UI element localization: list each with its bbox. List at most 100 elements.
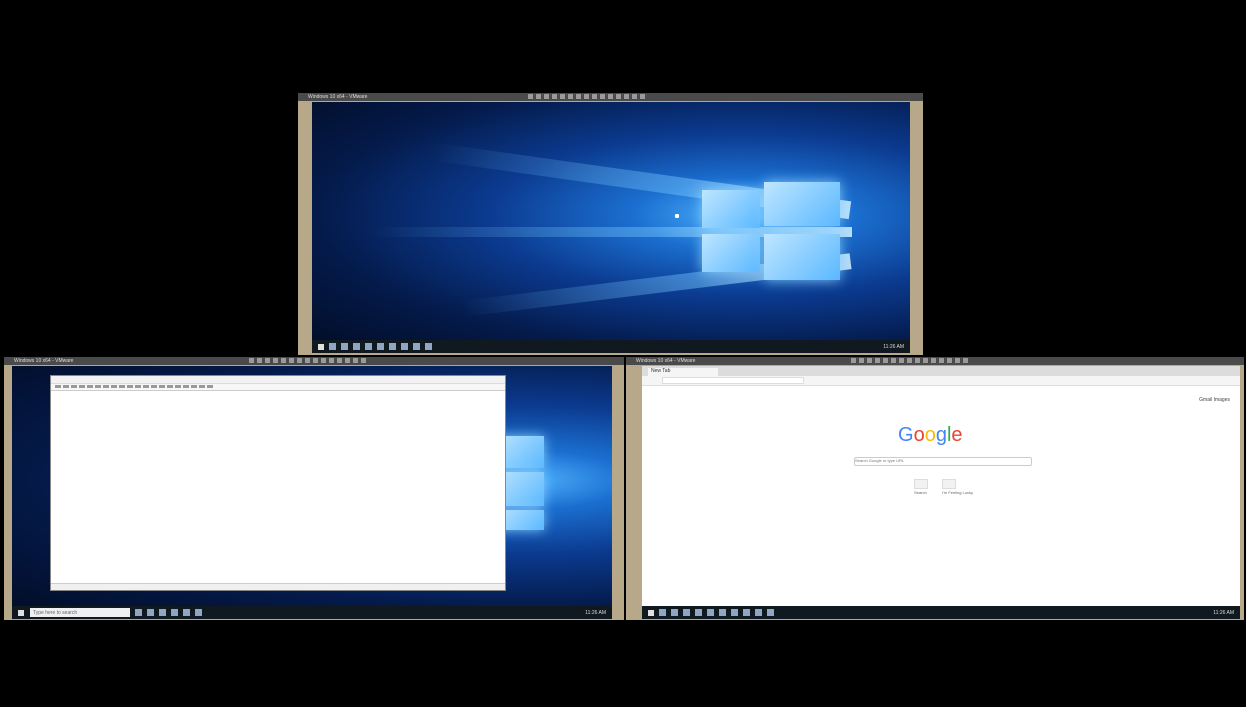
folder-icon[interactable] (683, 609, 690, 616)
folder-icon[interactable] (159, 609, 166, 616)
chrome-window[interactable]: New Tab Gmail Images Google Search Googl… (642, 366, 1240, 606)
app-icon[interactable] (401, 343, 408, 350)
menu-item[interactable] (95, 385, 101, 388)
tool-icon[interactable] (297, 358, 302, 363)
menu-item[interactable] (71, 385, 77, 388)
app-icon[interactable] (755, 609, 762, 616)
menu-item[interactable] (79, 385, 85, 388)
tool-icon[interactable] (576, 94, 581, 99)
system-clock[interactable]: 11:26 AM (1213, 610, 1234, 616)
vm-window-top[interactable]: Windows 10 x64 - VMware 11:26 AM (298, 93, 923, 355)
tool-icon[interactable] (361, 358, 366, 363)
tool-icon[interactable] (859, 358, 864, 363)
menu-item[interactable] (135, 385, 141, 388)
task-view-icon[interactable] (329, 343, 336, 350)
edge-icon[interactable] (341, 343, 348, 350)
menu-item[interactable] (103, 385, 109, 388)
search-input[interactable]: Search Google or type URL (854, 457, 1032, 466)
notepad-titlebar[interactable] (51, 376, 505, 384)
tool-icon[interactable] (560, 94, 565, 99)
lucky-button[interactable] (942, 479, 956, 489)
tool-icon[interactable] (931, 358, 936, 363)
tool-icon[interactable] (568, 94, 573, 99)
tool-icon[interactable] (536, 94, 541, 99)
chrome-icon[interactable] (719, 609, 726, 616)
tool-icon[interactable] (337, 358, 342, 363)
tool-icon[interactable] (353, 358, 358, 363)
menu-item[interactable] (63, 385, 69, 388)
tool-icon[interactable] (592, 94, 597, 99)
tool-icon[interactable] (584, 94, 589, 99)
tool-icon[interactable] (891, 358, 896, 363)
menu-item[interactable] (111, 385, 117, 388)
system-clock[interactable]: 11:26 AM (883, 344, 904, 350)
store-icon[interactable] (695, 609, 702, 616)
menu-item[interactable] (159, 385, 165, 388)
tab-strip[interactable]: New Tab (642, 366, 1240, 376)
tool-icon[interactable] (265, 358, 270, 363)
store-icon[interactable] (171, 609, 178, 616)
vm-screen[interactable]: Type here to search 11:26 AM (12, 366, 612, 619)
tool-icon[interactable] (600, 94, 605, 99)
tool-icon[interactable] (616, 94, 621, 99)
app-icon[interactable] (731, 609, 738, 616)
vm-toolbar[interactable] (528, 94, 645, 100)
tool-icon[interactable] (899, 358, 904, 363)
notepad-toolbar[interactable] (51, 384, 505, 391)
menu-item[interactable] (119, 385, 125, 388)
tool-icon[interactable] (273, 358, 278, 363)
address-bar[interactable] (662, 377, 804, 384)
taskbar[interactable]: Type here to search 11:26 AM (12, 606, 612, 619)
vm-window-right[interactable]: Windows 10 x64 - VMware New Tab Gmail Im… (626, 357, 1244, 620)
tool-icon[interactable] (947, 358, 952, 363)
tool-icon[interactable] (321, 358, 326, 363)
tool-icon[interactable] (608, 94, 613, 99)
taskbar-search[interactable]: Type here to search (30, 608, 130, 617)
tool-icon[interactable] (552, 94, 557, 99)
menu-item[interactable] (175, 385, 181, 388)
tool-icon[interactable] (640, 94, 645, 99)
tool-icon[interactable] (955, 358, 960, 363)
vm-screen[interactable]: 11:26 AM (312, 102, 910, 353)
app-icon[interactable] (425, 343, 432, 350)
task-view-icon[interactable] (659, 609, 666, 616)
tool-icon[interactable] (883, 358, 888, 363)
edge-icon[interactable] (671, 609, 678, 616)
tool-icon[interactable] (289, 358, 294, 363)
folder-icon[interactable] (353, 343, 360, 350)
tool-icon[interactable] (305, 358, 310, 363)
task-view-icon[interactable] (135, 609, 142, 616)
app-icon[interactable] (413, 343, 420, 350)
menu-item[interactable] (151, 385, 157, 388)
tool-icon[interactable] (867, 358, 872, 363)
tool-icon[interactable] (528, 94, 533, 99)
tool-icon[interactable] (249, 358, 254, 363)
app-icon[interactable] (195, 609, 202, 616)
vm-screen[interactable]: New Tab Gmail Images Google Search Googl… (642, 366, 1240, 619)
start-icon[interactable] (18, 609, 24, 616)
tool-icon[interactable] (257, 358, 262, 363)
tool-icon[interactable] (907, 358, 912, 363)
menu-item[interactable] (207, 385, 213, 388)
tool-icon[interactable] (851, 358, 856, 363)
app-icon[interactable] (743, 609, 750, 616)
menu-item[interactable] (183, 385, 189, 388)
menu-item[interactable] (127, 385, 133, 388)
edge-icon[interactable] (147, 609, 154, 616)
vm-toolbar[interactable] (851, 358, 968, 364)
system-clock[interactable]: 11:26 AM (585, 610, 606, 616)
mail-icon[interactable] (707, 609, 714, 616)
tool-icon[interactable] (281, 358, 286, 363)
text-area[interactable] (51, 391, 505, 583)
vm-toolbar[interactable] (249, 358, 366, 364)
app-icon[interactable] (767, 609, 774, 616)
tool-icon[interactable] (939, 358, 944, 363)
tool-icon[interactable] (963, 358, 968, 363)
start-icon[interactable] (648, 609, 654, 616)
tool-icon[interactable] (923, 358, 928, 363)
vm-window-left[interactable]: Windows 10 x64 - VMware Type here to sea… (4, 357, 624, 620)
tool-icon[interactable] (329, 358, 334, 363)
menu-item[interactable] (199, 385, 205, 388)
top-links[interactable]: Gmail Images (1199, 397, 1230, 403)
tool-icon[interactable] (544, 94, 549, 99)
